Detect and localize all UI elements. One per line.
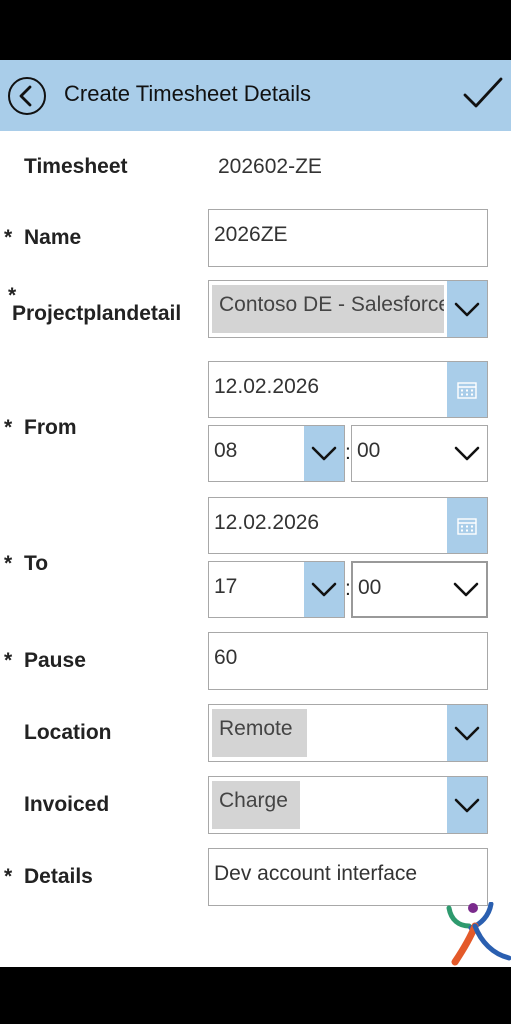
projectplandetail-dropdown[interactable]: Contoso DE - Salesforce	[208, 280, 488, 338]
to-label: To	[24, 552, 49, 575]
projectplandetail-dropdown-button[interactable]	[447, 281, 487, 337]
chevron-down-icon	[454, 302, 480, 317]
from-date-picker[interactable]: 12.02.2026	[208, 361, 488, 418]
from-minute-value: 00	[357, 439, 381, 462]
name-input-value: 2026ZE	[214, 223, 288, 246]
to-hour-dropdown-button[interactable]	[304, 562, 344, 617]
chevron-down-icon	[311, 446, 337, 461]
chevron-down-icon	[311, 582, 337, 597]
to-time-separator: :	[345, 577, 351, 600]
from-calendar-button[interactable]	[447, 362, 487, 417]
from-time-separator: :	[345, 441, 351, 464]
chevron-down-icon	[453, 582, 479, 597]
invoiced-value: Charge	[219, 789, 288, 812]
timesheet-value: 202602-ZE	[218, 155, 322, 178]
back-arrow-icon	[19, 85, 32, 107]
location-value: Remote	[219, 717, 293, 740]
details-label: Details	[24, 865, 93, 888]
location-label: Location	[24, 721, 112, 744]
to-hour-value: 17	[214, 575, 238, 598]
to-calendar-button[interactable]	[447, 498, 487, 553]
to-minute-value: 00	[358, 576, 382, 599]
to-required-marker: *	[4, 552, 13, 575]
name-input[interactable]: 2026ZE	[208, 209, 488, 267]
projectplandetail-selected: Contoso DE - Salesforce	[212, 285, 444, 333]
to-date-value: 12.02.2026	[214, 511, 320, 534]
calendar-icon	[457, 382, 477, 399]
projectplandetail-label: Projectplandetail	[12, 302, 182, 325]
from-hour-dropdown-button[interactable]	[304, 426, 344, 481]
save-button[interactable]	[462, 75, 504, 113]
to-date-picker[interactable]: 12.02.2026	[208, 497, 488, 554]
invoiced-dropdown[interactable]: Charge	[208, 776, 488, 834]
checkmark-icon	[463, 77, 503, 108]
chevron-down-icon	[454, 798, 480, 813]
invoiced-dropdown-button[interactable]	[447, 777, 487, 833]
projectplandetail-value: Contoso DE - Salesforce	[219, 293, 444, 316]
pause-label: Pause	[24, 649, 86, 672]
from-label: From	[24, 416, 77, 439]
to-minute-dropdown-button[interactable]	[446, 563, 486, 616]
from-minute-dropdown[interactable]: 00	[351, 425, 488, 482]
details-input[interactable]: Dev account interface	[208, 848, 488, 906]
location-dropdown-button[interactable]	[447, 705, 487, 761]
from-required-marker: *	[4, 416, 13, 439]
to-minute-dropdown[interactable]: 00	[351, 561, 488, 618]
details-required-marker: *	[4, 865, 13, 888]
header-bar: Create Timesheet Details	[0, 60, 511, 131]
location-selected: Remote	[212, 709, 307, 757]
name-label: Name	[24, 226, 82, 249]
calendar-icon	[457, 518, 477, 535]
location-dropdown[interactable]: Remote	[208, 704, 488, 762]
app-screen: Create Timesheet Details Timesheet 20260…	[0, 60, 511, 967]
chevron-down-icon	[454, 726, 480, 741]
pause-input[interactable]: 60	[208, 632, 488, 690]
invoiced-label: Invoiced	[24, 793, 110, 816]
details-input-value: Dev account interface	[214, 862, 418, 885]
from-minute-dropdown-button[interactable]	[447, 426, 487, 481]
chevron-down-icon	[454, 446, 480, 461]
from-date-value: 12.02.2026	[214, 375, 320, 398]
timesheet-label: Timesheet	[24, 155, 128, 178]
from-hour-value: 08	[214, 439, 238, 462]
pause-required-marker: *	[4, 649, 13, 672]
from-hour-dropdown[interactable]: 08	[208, 425, 345, 482]
name-required-marker: *	[4, 226, 13, 249]
page-title: Create Timesheet Details	[64, 81, 311, 106]
logo	[446, 902, 511, 966]
invoiced-selected: Charge	[212, 781, 300, 829]
back-button[interactable]	[8, 77, 46, 115]
pause-input-value: 60	[214, 646, 238, 669]
to-hour-dropdown[interactable]: 17	[208, 561, 345, 618]
